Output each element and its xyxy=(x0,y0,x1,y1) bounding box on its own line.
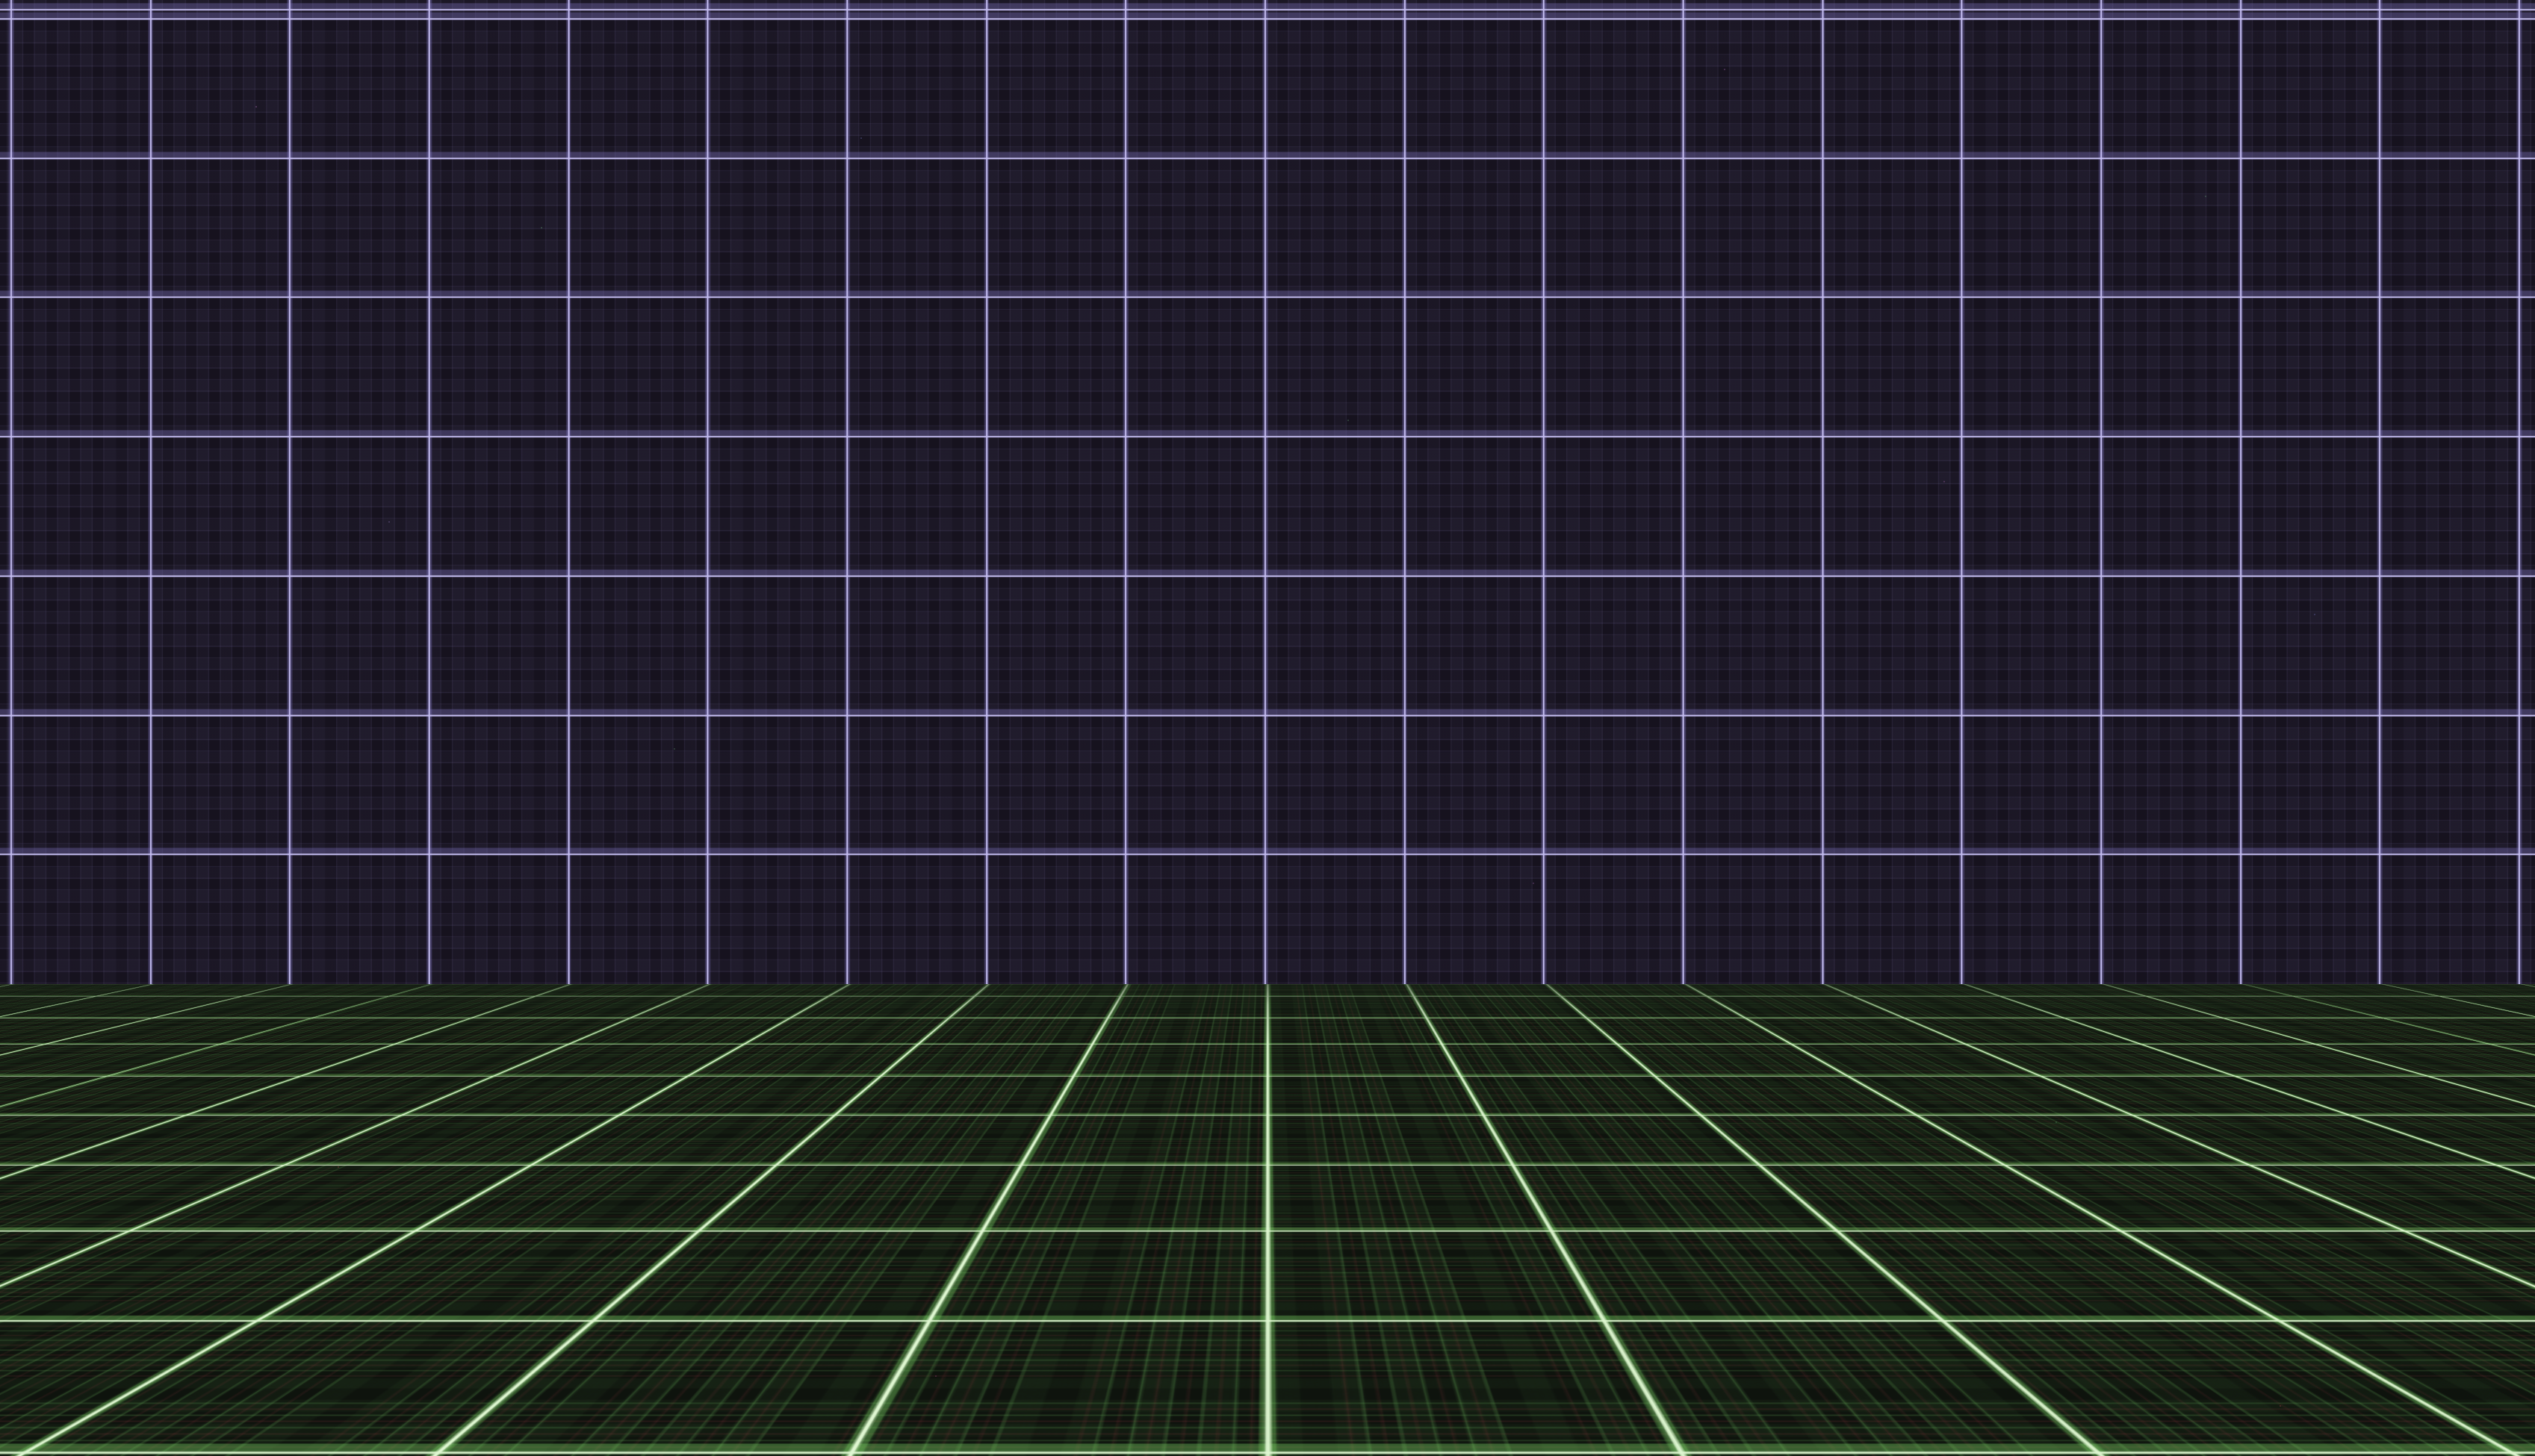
retro-grid-scene xyxy=(0,0,2535,1456)
floor xyxy=(0,984,2535,1456)
wall-grid xyxy=(0,0,2535,984)
floor-grid xyxy=(0,984,2535,1456)
